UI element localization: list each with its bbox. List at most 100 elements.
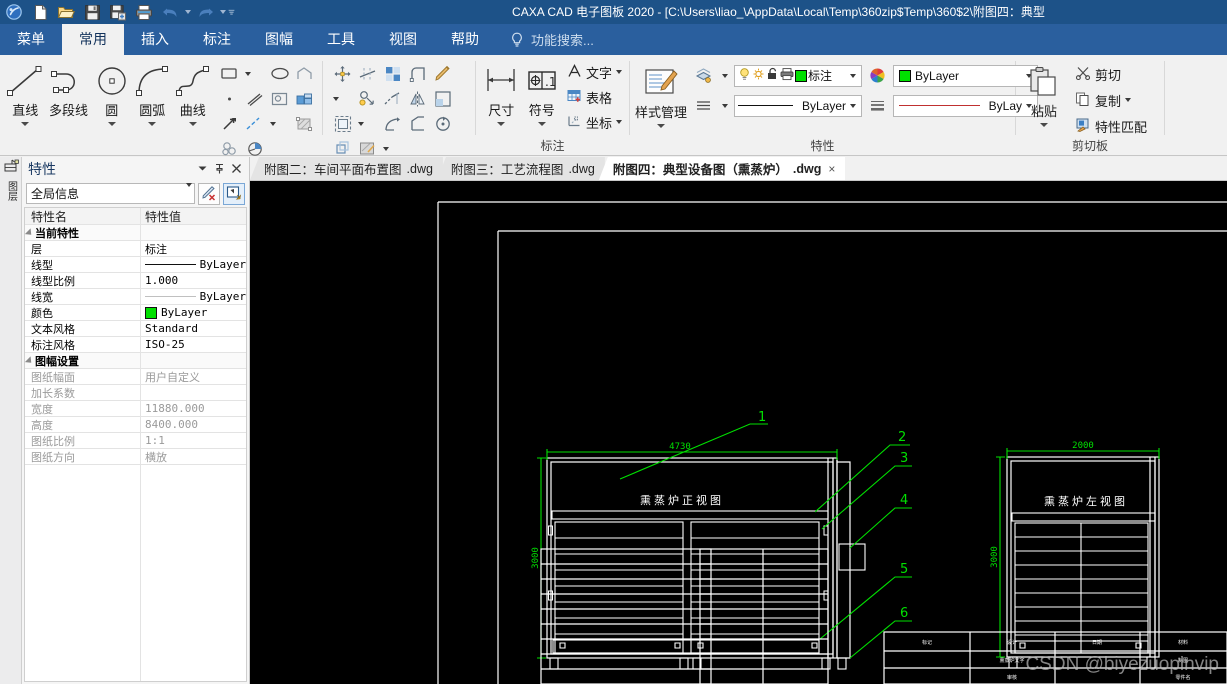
fillet-button[interactable] [405, 61, 430, 86]
lock-icon[interactable] [766, 67, 779, 84]
close-icon[interactable] [228, 160, 245, 177]
layer-combo-arrow-icon[interactable] [846, 73, 859, 78]
text-button[interactable]: 文字 [565, 60, 624, 84]
copy-dropdown-icon[interactable] [1125, 98, 1132, 102]
paste-dropdown-icon[interactable] [1040, 123, 1048, 127]
style-manager-dropdown-icon[interactable] [657, 124, 665, 128]
stretch-button[interactable] [380, 111, 405, 136]
save-as-icon[interactable] [106, 1, 130, 23]
symbol-button[interactable]: .1 符号 [521, 59, 561, 126]
tab-sheet[interactable]: 图幅 [248, 24, 310, 55]
chevron-down-icon[interactable] [194, 160, 211, 177]
property-value-linetype-scale[interactable]: 1.000 [141, 273, 246, 288]
coordinate-dropdown-icon[interactable] [615, 120, 622, 124]
linetype-combo[interactable]: ByLayer [734, 94, 863, 117]
draw-arc-button[interactable]: 圆弧 [132, 59, 173, 126]
vertical-tab-layers[interactable]: 图层 [0, 157, 22, 201]
hatch-button[interactable] [292, 111, 317, 136]
property-row-color[interactable]: 颜色 ByLayer [25, 305, 246, 321]
draw-arc-dropdown-icon[interactable] [148, 122, 157, 126]
extend-button[interactable] [380, 86, 405, 111]
cut-button[interactable]: 剪切 [1073, 62, 1149, 86]
draw-spline-dropdown-icon[interactable] [188, 122, 197, 126]
trim-button[interactable] [355, 61, 380, 86]
paste-button[interactable]: 粘贴 [1021, 60, 1067, 127]
property-row-linetype-scale[interactable]: 线型比例 1.000 [25, 273, 246, 289]
properties-filter-combo[interactable]: 全局信息 [26, 182, 195, 204]
tab-view[interactable]: 视图 [372, 24, 434, 55]
chamfer-button[interactable] [405, 111, 430, 136]
redo-dropdown-icon[interactable] [219, 1, 226, 23]
draw-circle-dropdown-icon[interactable] [107, 122, 116, 126]
new-file-icon[interactable] [28, 1, 52, 23]
draw-line-dropdown-icon[interactable] [21, 122, 30, 126]
property-value-lineweight[interactable]: ByLayer [141, 289, 246, 304]
symbol-dropdown-icon[interactable] [537, 122, 546, 126]
lineweight-tool-icon[interactable] [865, 93, 890, 118]
tab-tools[interactable]: 工具 [310, 24, 372, 55]
coordinate-button[interactable]: 坐标 [565, 110, 624, 134]
feature-search[interactable]: 功能搜索... [510, 24, 594, 55]
draw-circle-button[interactable]: 圆 [92, 59, 133, 126]
printer-icon[interactable] [780, 67, 794, 84]
layer-tool-icon[interactable] [691, 63, 716, 88]
insert-image-button[interactable] [267, 86, 292, 111]
property-row-sheet-scale[interactable]: 图纸比例 1:1 [25, 433, 246, 449]
dimension-dropdown-icon[interactable] [497, 122, 506, 126]
sun-icon[interactable] [752, 67, 765, 84]
drawing-canvas[interactable]: 4730 3000 1 2 3 4 5 6 熏蒸炉正视图 2000 3000 熏… [250, 181, 1227, 684]
match-properties-button[interactable]: 特性匹配 [1073, 114, 1149, 138]
layer-dropdown-icon[interactable] [719, 63, 731, 88]
save-file-icon[interactable] [80, 1, 104, 23]
modify-dropdown-2-icon[interactable] [355, 111, 367, 136]
tab-common[interactable]: 常用 [62, 24, 124, 55]
draw-point-button[interactable] [217, 86, 242, 111]
close-tab-icon[interactable]: × [828, 162, 835, 176]
array-button[interactable] [380, 61, 405, 86]
layer-combo[interactable]: 标注 [734, 64, 863, 87]
draw-centerline-button[interactable] [242, 86, 267, 111]
undo-icon[interactable] [158, 1, 182, 23]
tab-annotation[interactable]: 标注 [186, 24, 248, 55]
draw-polygon-button[interactable] [292, 61, 317, 86]
tab-insert[interactable]: 插入 [124, 24, 186, 55]
draw-spline-button[interactable]: 曲线 [173, 59, 214, 126]
properties-filter-arrow-icon[interactable] [186, 182, 192, 201]
select-similar-button[interactable] [223, 182, 245, 205]
properties-section-sheet[interactable]: 图幅设置 [25, 353, 246, 369]
property-value-color[interactable]: ByLayer [141, 305, 246, 320]
offset-button[interactable] [330, 111, 355, 136]
document-tab-2[interactable]: 附图三：工艺流程图 .dwg [436, 157, 605, 180]
edit-button[interactable] [430, 61, 455, 86]
copy-button[interactable]: 复制 [1073, 88, 1149, 112]
open-file-icon[interactable] [54, 1, 78, 23]
draw-block-button[interactable] [292, 86, 317, 111]
linetype-tool-icon[interactable] [691, 93, 716, 118]
dashed-line-dropdown-icon[interactable] [267, 111, 279, 136]
property-value-layer[interactable]: 标注 [141, 241, 246, 256]
document-tab-1[interactable]: 附图二：车间平面布置图 .dwg [250, 157, 443, 180]
linetype-combo-arrow-icon[interactable] [846, 103, 859, 108]
expand-collapse-icon[interactable] [25, 227, 35, 238]
mirror-button[interactable] [405, 86, 430, 111]
modify-dropdown-1-icon[interactable] [330, 86, 342, 111]
draw-rectangle-button[interactable] [217, 61, 242, 86]
copy-move-button[interactable] [355, 86, 380, 111]
property-row-layer[interactable]: 层 标注 [25, 241, 246, 257]
property-row-linetype[interactable]: 线型 ByLayer [25, 257, 246, 273]
layer-color-swatch[interactable] [795, 69, 808, 82]
rotate-button[interactable] [430, 111, 455, 136]
arrow-tool-button[interactable] [217, 111, 242, 136]
property-row-extension-factor[interactable]: 加长系数 [25, 385, 246, 401]
properties-grid[interactable]: 特性名 特性值 当前特性 层 标注 线型 ByLayer 线型比例 1.000 … [24, 207, 247, 682]
style-manager-button[interactable]: 样式管理 [635, 61, 687, 128]
property-row-width[interactable]: 宽度 11880.000 [25, 401, 246, 417]
draw-polyline-button[interactable]: 多段线 [46, 59, 92, 119]
expand-collapse-icon-2[interactable] [25, 355, 35, 366]
tab-help[interactable]: 帮助 [434, 24, 496, 55]
corner-button[interactable] [430, 86, 455, 111]
pin-icon[interactable] [211, 160, 228, 177]
tab-menu[interactable]: 菜单 [0, 24, 62, 55]
property-row-text-style[interactable]: 文本风格 Standard [25, 321, 246, 337]
table-button[interactable]: 表格 [565, 85, 624, 109]
